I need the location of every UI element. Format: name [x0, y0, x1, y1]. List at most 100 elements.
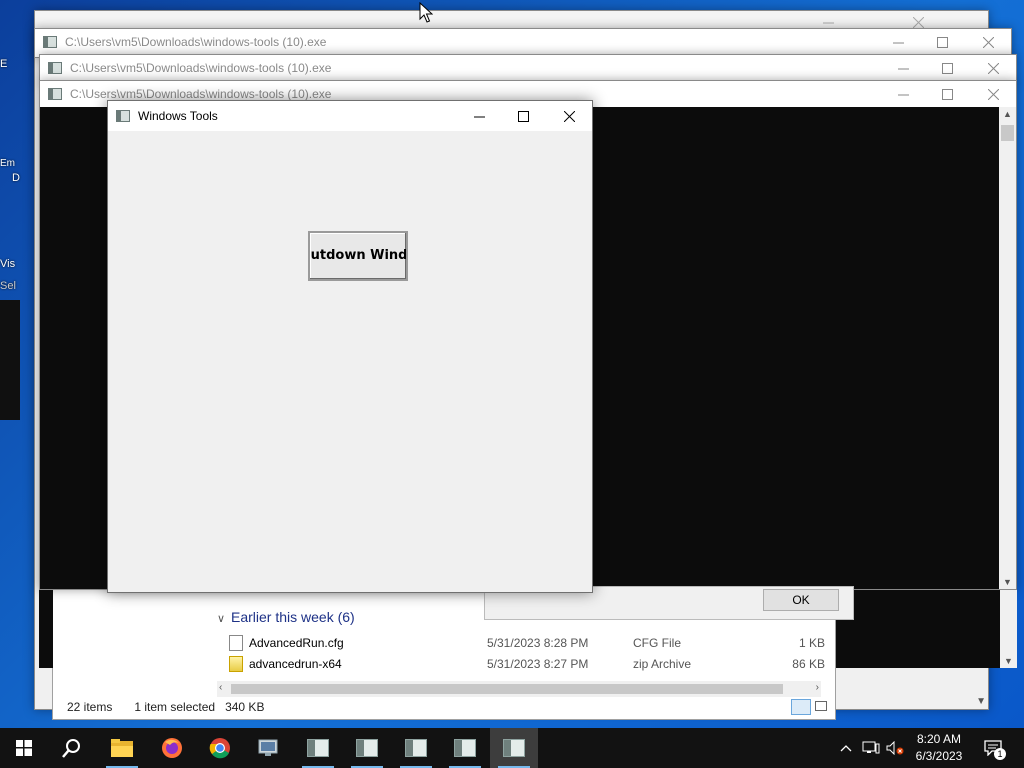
search-icon — [62, 739, 80, 758]
notification-count-badge: 1 — [994, 748, 1006, 760]
windows-tools-titlebar[interactable]: Windows Tools — [108, 101, 592, 131]
file-type: zip Archive — [633, 657, 692, 671]
console-app-icon — [405, 739, 427, 757]
chevron-up-icon — [840, 745, 852, 752]
cfg-file-icon — [229, 635, 243, 651]
desktop-icon-label[interactable]: Sel — [0, 280, 22, 292]
scroll-down-arrow-icon[interactable]: ▼ — [1003, 577, 1012, 587]
windows-tools-icon — [116, 110, 130, 122]
chrome-icon — [209, 738, 230, 759]
file-explorer-icon — [111, 739, 133, 757]
close-icon[interactable] — [965, 29, 1011, 55]
notifications-icon: 1 — [984, 740, 1006, 760]
scroll-left-arrow-icon[interactable]: ‹ — [219, 682, 222, 693]
vertical-scrollbar[interactable]: ▼ — [1000, 590, 1017, 668]
console-app-icon — [48, 62, 62, 74]
console-app-icon — [454, 739, 476, 757]
vertical-scrollbar[interactable]: ▲ ▼ — [999, 107, 1016, 589]
taskbar: 8:20 AM 6/3/2023 1 — [0, 728, 1024, 768]
taskbar-chrome[interactable] — [196, 728, 244, 768]
minimize-icon[interactable] — [456, 101, 502, 131]
maximize-icon[interactable] — [924, 81, 970, 107]
windows-tools-icon — [503, 739, 525, 757]
console-app-icon — [307, 739, 329, 757]
maximize-icon[interactable] — [924, 55, 970, 81]
minimize-icon[interactable] — [875, 29, 921, 55]
taskbar-control-panel[interactable] — [245, 728, 293, 768]
taskbar-console-app[interactable] — [343, 728, 391, 768]
scroll-right-arrow-icon[interactable]: › — [816, 682, 819, 693]
file-list-row[interactable]: advancedrun-x64 5/31/2023 8:27 PM zip Ar… — [229, 654, 829, 674]
minimize-icon[interactable] — [880, 81, 926, 107]
selection-count: 1 item selected — [134, 700, 216, 714]
window-title: Windows Tools — [138, 109, 218, 123]
background-window-edge — [0, 300, 20, 420]
desktop-icon-label[interactable]: E — [0, 58, 22, 70]
file-name: AdvancedRun.cfg — [249, 636, 344, 650]
console-output-edge — [39, 590, 53, 668]
start-button[interactable] — [0, 728, 48, 768]
item-count: 22 items — [67, 700, 113, 714]
taskbar-windows-tools[interactable] — [490, 728, 538, 768]
volume-muted-icon — [886, 741, 904, 755]
start-icon — [16, 740, 32, 756]
group-header[interactable]: ∨ Earlier this week (6) — [217, 609, 355, 625]
volume-button[interactable] — [884, 728, 906, 768]
desktop-icon-label[interactable]: D — [12, 172, 34, 184]
file-name: advancedrun-x64 — [249, 657, 342, 671]
file-date: 5/31/2023 8:27 PM — [487, 657, 589, 671]
large-icons-view-icon[interactable] — [815, 701, 827, 711]
file-size: 86 KB — [792, 657, 825, 671]
taskbar-clock[interactable]: 8:20 AM 6/3/2023 — [906, 731, 972, 765]
action-center-button[interactable]: 1 — [976, 728, 1010, 768]
scrollbar-thumb[interactable] — [231, 684, 783, 694]
console-output-edge — [836, 590, 1000, 668]
minimize-icon[interactable] — [880, 55, 926, 81]
file-date: 5/31/2023 8:28 PM — [487, 636, 589, 650]
console-titlebar[interactable]: C:\Users\vm5\Downloads\windows-tools (10… — [40, 55, 1016, 81]
taskbar-console-app[interactable] — [392, 728, 440, 768]
file-size: 1 KB — [798, 636, 825, 650]
network-button[interactable] — [860, 728, 882, 768]
close-icon[interactable] — [546, 101, 592, 131]
show-hidden-icons-button[interactable] — [836, 728, 856, 768]
windows-tools-window[interactable]: Windows Tools Shutdown Windows — [107, 100, 593, 593]
console-app-icon — [43, 36, 57, 48]
taskbar-console-app[interactable] — [294, 728, 342, 768]
scroll-down-arrow-icon[interactable]: ▼ — [1004, 656, 1013, 666]
zip-archive-icon — [229, 656, 243, 672]
search-button[interactable] — [48, 728, 96, 768]
network-icon — [862, 741, 880, 754]
file-type: CFG File — [633, 636, 681, 650]
shutdown-windows-button[interactable]: Shutdown Windows — [308, 231, 408, 281]
console-app-icon — [356, 739, 378, 757]
close-icon[interactable] — [970, 81, 1016, 107]
scrollbar-thumb[interactable] — [1001, 125, 1014, 141]
ok-button[interactable]: OK — [763, 589, 839, 611]
taskbar-firefox[interactable] — [148, 728, 196, 768]
details-view-icon[interactable] — [791, 699, 811, 715]
status-bar: 22 items 1 item selected 340 KB — [53, 695, 835, 719]
maximize-icon[interactable] — [500, 101, 546, 131]
mouse-cursor-icon — [419, 2, 433, 23]
firefox-icon — [162, 738, 182, 758]
maximize-icon[interactable] — [919, 29, 965, 55]
window-title: C:\Users\vm5\Downloads\windows-tools (10… — [70, 61, 332, 75]
group-header-label: Earlier this week (6) — [231, 609, 355, 625]
control-panel-icon — [258, 739, 278, 756]
console-titlebar[interactable]: C:\Users\vm5\Downloads\windows-tools (10… — [35, 29, 1011, 55]
shutdown-button-label: Shutdown Windows — [310, 248, 408, 263]
window-title: C:\Users\vm5\Downloads\windows-tools (10… — [65, 35, 327, 49]
close-icon[interactable] — [970, 55, 1016, 81]
desktop-icon-label[interactable]: Em — [0, 158, 22, 169]
window-title: C:\Users\vm5\Downloads\windows-tools (10… — [70, 87, 332, 101]
selection-size: 340 KB — [225, 700, 265, 714]
scroll-down-arrow-icon[interactable]: ▼ — [976, 696, 986, 707]
file-list-row[interactable]: AdvancedRun.cfg 5/31/2023 8:28 PM CFG Fi… — [229, 633, 829, 653]
chevron-down-icon[interactable]: ∨ — [217, 612, 227, 625]
desktop-icon-label[interactable]: Vis — [0, 258, 22, 270]
clock-time: 8:20 AM — [916, 732, 962, 746]
taskbar-file-explorer[interactable] — [98, 728, 146, 768]
taskbar-console-app[interactable] — [441, 728, 489, 768]
scroll-up-arrow-icon[interactable]: ▲ — [1003, 109, 1012, 119]
